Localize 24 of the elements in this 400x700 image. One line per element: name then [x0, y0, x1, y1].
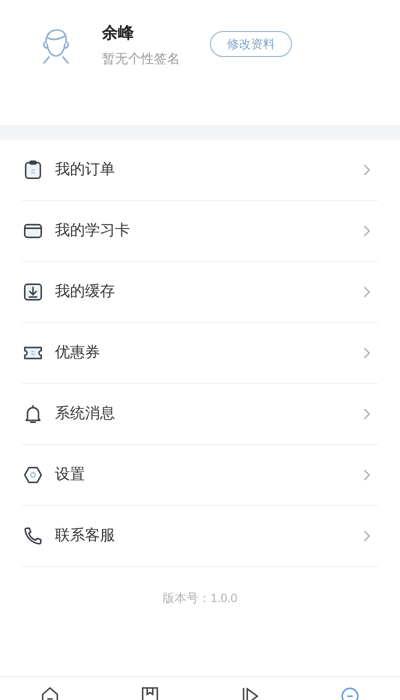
- profile-icon: [339, 685, 361, 700]
- menu-label: 联系客服: [55, 526, 116, 546]
- bookmark-icon: [139, 685, 161, 700]
- home-icon: [39, 685, 61, 700]
- user-name: 余峰: [102, 24, 135, 44]
- signature-text: 暂无个性签名: [102, 50, 180, 68]
- menu-label: 我的学习卡: [55, 220, 131, 241]
- menu-label: 我的缓存: [55, 282, 116, 302]
- menu-item[interactable]: 优惠券: [22, 323, 378, 384]
- menu-item[interactable]: 我的订单: [22, 140, 378, 201]
- settings-icon: [22, 464, 44, 486]
- phone-icon: [22, 525, 44, 547]
- menu-item[interactable]: 系统消息: [22, 384, 378, 445]
- menu-label: 设置: [55, 464, 86, 485]
- menu-label: 优惠券: [55, 342, 101, 363]
- download-icon: [22, 281, 44, 303]
- menu-item[interactable]: 联系客服: [22, 506, 378, 567]
- menu-label: 我的订单: [55, 160, 116, 180]
- version-text: 版本号：1.0.0: [162, 590, 238, 607]
- menu-item[interactable]: 我的缓存: [22, 262, 378, 323]
- menu-item[interactable]: 我的学习卡: [22, 201, 378, 262]
- clipboard-icon: [22, 159, 44, 181]
- menu-item[interactable]: 设置: [22, 445, 378, 506]
- menu-label: 系统消息: [55, 404, 116, 424]
